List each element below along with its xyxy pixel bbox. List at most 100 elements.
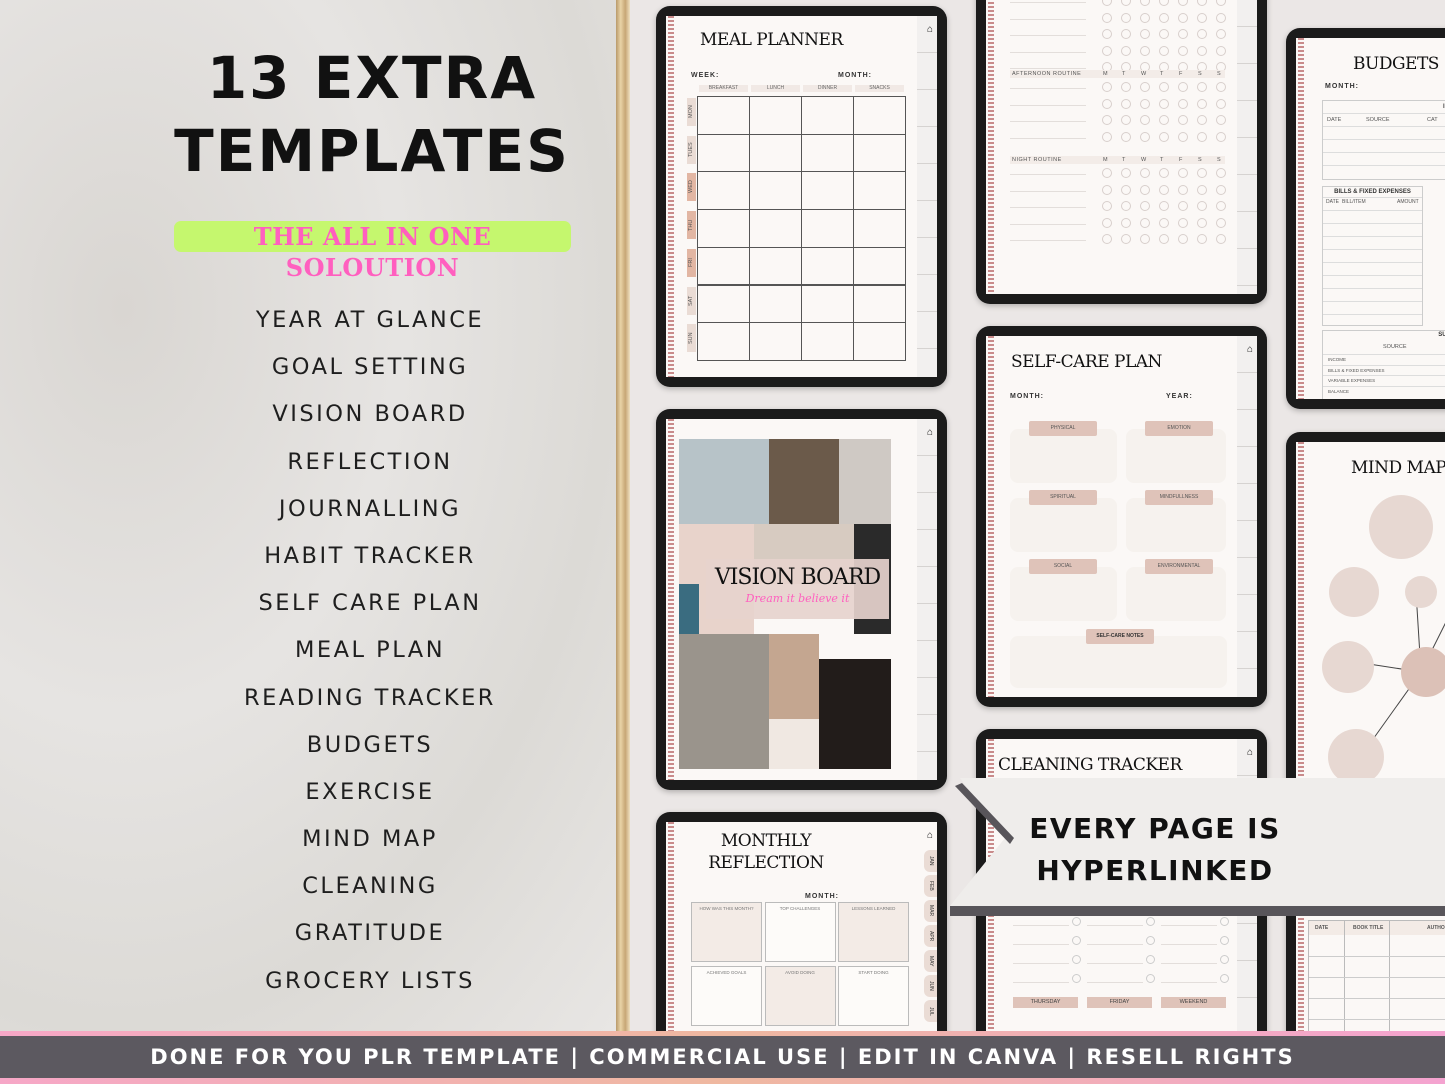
- habit-checkbox: [1197, 184, 1207, 195]
- row-line: [1323, 236, 1422, 237]
- row-line: [1323, 385, 1445, 387]
- template-item: YEAR AT GLANCE: [255, 307, 485, 333]
- month-label: MONTH:: [838, 72, 872, 79]
- home-icon[interactable]: ⌂: [927, 830, 933, 841]
- mind-map-diagram: [1322, 495, 1445, 785]
- summary-source: SOURCE: [1383, 344, 1407, 350]
- habit-checkbox: [1178, 131, 1188, 142]
- row-line: [1323, 249, 1422, 250]
- day-tab-wed: WED: [687, 173, 696, 202]
- home-icon[interactable]: ⌂: [1247, 344, 1253, 355]
- day-tab-thu: THU: [687, 211, 696, 240]
- habit-checkbox: [1121, 45, 1131, 56]
- headline-line1: 13 EXTRA: [206, 44, 538, 112]
- home-icon[interactable]: ⌂: [927, 427, 933, 438]
- meal-cell: [749, 96, 802, 135]
- cleaning-line: [1087, 925, 1143, 926]
- habit-checkbox: [1159, 168, 1169, 178]
- habit-checkbox: [1102, 217, 1112, 228]
- day-label: M: [1103, 157, 1108, 163]
- habit-checkbox: [1178, 29, 1188, 39]
- self-care-box: [1126, 567, 1226, 621]
- reflection-box: HOW WAS THIS MONTH?: [691, 902, 762, 962]
- meal-cell: [697, 322, 750, 361]
- habit-checkbox: [1140, 168, 1150, 178]
- meal-cell: [853, 284, 906, 324]
- habit-checkbox: [1159, 29, 1169, 39]
- template-item: READING TRACKER: [244, 684, 496, 711]
- income-col: SOURCE: [1366, 117, 1390, 123]
- habit-checkbox: [1216, 82, 1226, 92]
- month-label: MONTH:: [1010, 393, 1044, 400]
- habit-checkbox: [1159, 201, 1169, 211]
- day-header: THURSDAY: [1013, 997, 1078, 1008]
- cleaning-checkbox: [1220, 917, 1229, 926]
- habit-checkbox: [1197, 0, 1207, 6]
- tablet-meal-planner: ⌂ MEAL PLANNER WEEK: MONTH: BREAKFAST LUN…: [656, 6, 947, 387]
- tablet-vision-board: ⌂ VISION BOARD Dream it believe it: [656, 409, 947, 790]
- page-title: MONTHLY REFLECTION: [708, 831, 824, 873]
- meal-cell: [697, 133, 750, 173]
- self-care-label: ENVIRONMENTAL: [1145, 559, 1213, 574]
- row-line: [1309, 998, 1445, 999]
- template-item: EXERCISE: [305, 778, 435, 805]
- habit-checkbox: [1178, 82, 1188, 92]
- habit-checkbox: [1140, 131, 1150, 142]
- tablet-habit-tracker: MORNING ROUTINEMTWTFSSAFTERNOON ROUTINEM…: [976, 0, 1267, 304]
- habit-line: [1010, 51, 1086, 53]
- habit-checkbox: [1178, 0, 1188, 6]
- summary-row: BILLS & FIXED EXPENSES: [1328, 367, 1385, 373]
- collage-photo: [819, 659, 891, 769]
- habit-checkbox: [1178, 217, 1188, 228]
- habit-checkbox: [1102, 184, 1112, 195]
- reading-col: BOOK TITLE: [1353, 925, 1384, 931]
- collage-photo: [769, 439, 839, 524]
- habit-checkbox: [1121, 131, 1131, 142]
- habit-line: [1010, 190, 1086, 192]
- reflection-label: HOW WAS THIS MONTH?: [699, 906, 754, 911]
- meal-cell: [801, 133, 854, 173]
- income-col: DATE: [1327, 117, 1342, 123]
- row-line: [1323, 165, 1445, 166]
- cleaning-checkbox: [1072, 955, 1081, 964]
- subtitle-badge: THE ALL IN ONE SOLOUTION: [174, 221, 571, 282]
- habit-checkbox: [1121, 184, 1131, 195]
- cleaning-checkbox: [1146, 917, 1155, 926]
- collage-photo: [679, 439, 769, 524]
- template-item: CLEANING: [302, 873, 438, 900]
- day-tab-sat: SAT: [687, 286, 696, 315]
- self-care-box: [1010, 567, 1117, 621]
- tablet-mind-map: MIND MAP: [1286, 432, 1445, 813]
- template-item: MEAL PLAN: [294, 637, 446, 664]
- meal-cell: [697, 96, 750, 135]
- meal-cell: [801, 246, 854, 286]
- day-tab-mon: MON: [687, 98, 696, 126]
- template-item: BUDGETS: [306, 731, 434, 758]
- habit-checkbox: [1140, 82, 1150, 92]
- cleaning-line: [1013, 925, 1069, 926]
- cleaning-checkbox: [1220, 974, 1229, 983]
- habit-checkbox: [1178, 168, 1188, 178]
- month-tab-feb: FEB: [924, 875, 937, 897]
- reflection-label: TOP CHALLENGES: [779, 906, 821, 911]
- row-line: [1323, 210, 1422, 211]
- habit-checkbox: [1102, 0, 1112, 6]
- reading-col: AUTHOR: [1427, 925, 1445, 931]
- day-label: S: [1198, 157, 1202, 163]
- meal-cell: [749, 133, 802, 173]
- day-label: T: [1160, 71, 1164, 77]
- collage-photo: [839, 439, 891, 524]
- home-icon[interactable]: ⌂: [927, 24, 933, 35]
- income-table: INCOMEDATESOURCECAT: [1322, 100, 1445, 180]
- summary-row: VARIABLE EXPENSES: [1328, 378, 1376, 383]
- template-item: HABIT TRACKER: [264, 542, 476, 569]
- home-icon[interactable]: ⌂: [1247, 747, 1253, 758]
- template-item: MIND MAP: [302, 826, 438, 853]
- habit-checkbox: [1121, 29, 1131, 39]
- vision-tagline: Dream it believe it: [745, 592, 850, 605]
- habit-checkbox: [1121, 217, 1131, 228]
- column-header: BREAKFAST: [699, 85, 748, 92]
- row-line: [1323, 375, 1445, 376]
- habit-checkbox: [1197, 82, 1207, 92]
- habit-checkbox: [1216, 0, 1226, 6]
